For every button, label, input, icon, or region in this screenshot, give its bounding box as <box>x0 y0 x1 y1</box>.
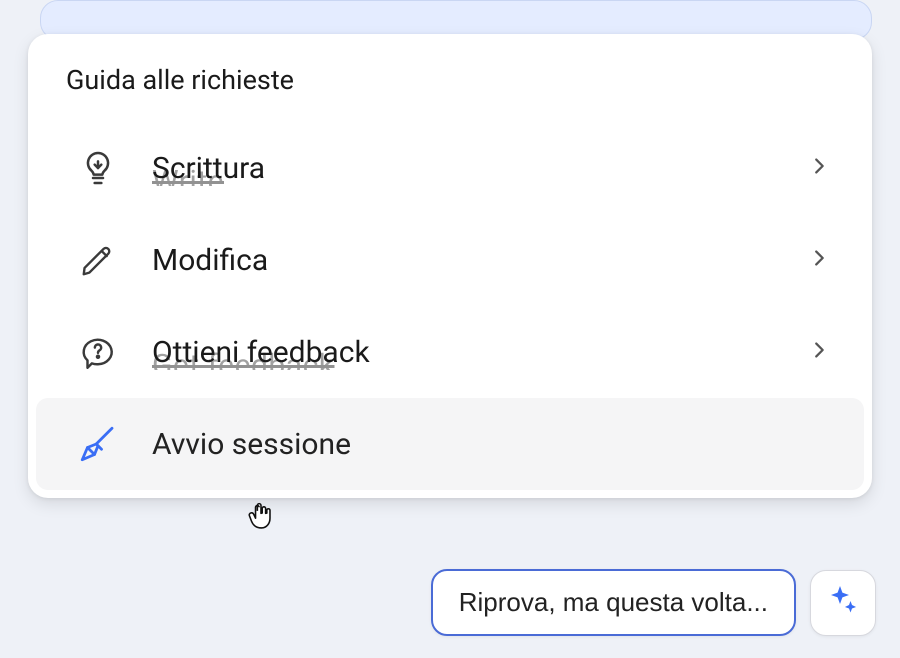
menu-label: Avvio sessione <box>152 427 351 462</box>
sparkle-icon <box>825 583 861 622</box>
pencil-icon <box>74 236 122 284</box>
bottom-bar: Riprova, ma questa volta... <box>0 569 900 636</box>
lightbulb-icon <box>74 144 122 192</box>
broom-icon <box>74 420 122 468</box>
chevron-right-icon <box>808 339 836 365</box>
retry-button[interactable]: Riprova, ma questa volta... <box>431 569 796 636</box>
chat-question-icon <box>74 328 122 376</box>
prompt-guide-popover: Guida alle richieste Write Scrittura <box>28 34 872 498</box>
menu-item-edit[interactable]: Modifica <box>36 214 864 306</box>
menu-label: Ottieni feedback <box>152 335 370 370</box>
menu-item-new-session[interactable]: Avvio sessione <box>36 398 864 490</box>
sparkle-button[interactable] <box>810 570 876 636</box>
menu-label: Scrittura <box>152 151 265 186</box>
popover-title: Guida alle richieste <box>28 58 872 122</box>
menu-label: Modifica <box>152 243 268 278</box>
chevron-right-icon <box>808 247 836 273</box>
menu-item-feedback[interactable]: Get feedback Ottieni feedback <box>36 306 864 398</box>
chevron-right-icon <box>808 155 836 181</box>
menu-item-write[interactable]: Write Scrittura <box>36 122 864 214</box>
